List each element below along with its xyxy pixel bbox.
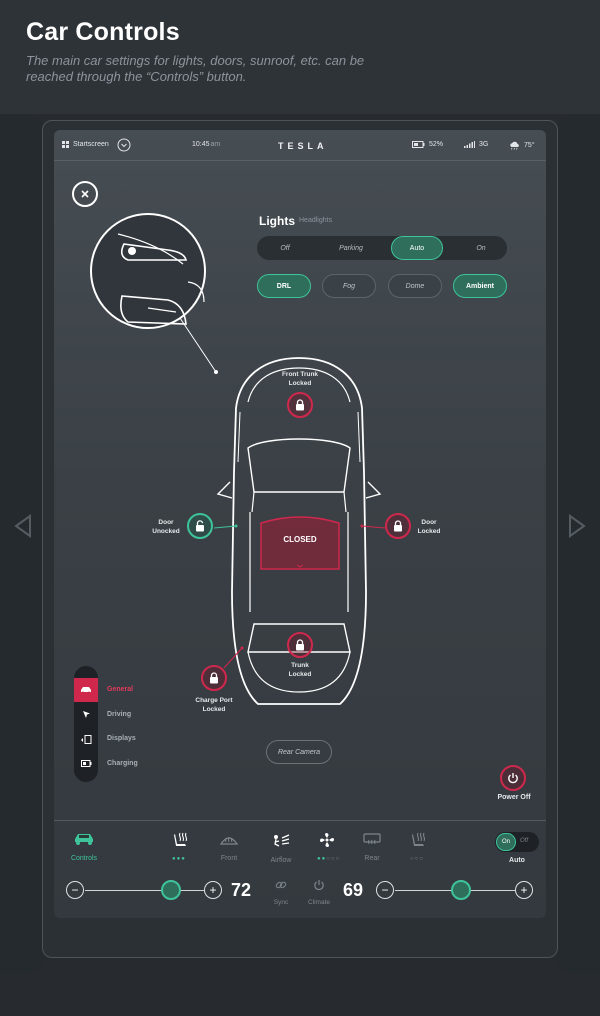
right-temp-decrease-button[interactable]: − <box>376 881 394 899</box>
front-defrost-icon <box>219 836 239 845</box>
settings-menu <box>74 666 98 782</box>
menu-label-general[interactable]: General <box>107 686 133 693</box>
page-title: Car Controls <box>26 18 180 46</box>
toggle-on: On <box>496 833 516 851</box>
auto-climate-toggle[interactable]: On Off <box>495 832 539 852</box>
page-subtitle: The main car settings for lights, doors,… <box>26 53 566 85</box>
right-door-label: Door Locked <box>412 518 446 536</box>
front-trunk-title: Front Trunk <box>281 371 319 378</box>
dock-controls-label: Controls <box>70 855 98 862</box>
sync-label: Sync <box>273 899 289 906</box>
power-off-button[interactable] <box>500 765 526 791</box>
left-temperature: 72 <box>231 880 252 900</box>
trunk-status: Locked <box>288 671 312 678</box>
dock-seat-heater-right[interactable] <box>396 832 440 853</box>
left-door-status: Unocked <box>152 528 180 535</box>
fan-speed-level: ●●○○○ <box>317 856 341 862</box>
front-trunk-label: Front Trunk Locked <box>270 370 330 388</box>
auto-climate-label: Auto <box>509 857 525 864</box>
left-door-title: Door <box>158 519 174 526</box>
dock-front-defrost[interactable]: Front <box>207 832 251 862</box>
charge-port-label: Charge Port Locked <box>186 696 242 714</box>
front-trunk-lock-button[interactable] <box>287 392 313 418</box>
dock-fan[interactable] <box>305 832 349 853</box>
sync-button[interactable]: Sync <box>264 878 298 906</box>
toggle-off: Off <box>520 838 529 844</box>
rear-defrost-icon <box>363 833 381 845</box>
left-temp-track[interactable] <box>85 890 204 891</box>
touchscreen: Startscreen 10:45 am TESLA 52% 3G 75° Li… <box>54 130 546 918</box>
dock-seat-heater-left[interactable] <box>158 832 202 853</box>
dock-divider <box>54 820 546 821</box>
seat-heater-left-level: ●●● <box>172 856 186 862</box>
right-door-lock-button[interactable] <box>385 513 411 539</box>
right-dash-panel <box>552 114 600 974</box>
right-temp-slider-knob[interactable] <box>451 880 471 900</box>
menu-item-driving[interactable] <box>74 702 98 726</box>
power-icon <box>314 880 324 891</box>
left-temp-slider-knob[interactable] <box>160 880 181 900</box>
header: Car Controls The main car settings for l… <box>26 18 566 85</box>
front-trunk-status: Locked <box>288 380 312 387</box>
dock-front-label: Front <box>220 855 238 862</box>
unlock-icon <box>196 520 204 532</box>
seat-heater-right-level: ○○○ <box>410 856 424 862</box>
menu-item-charging[interactable] <box>74 751 98 775</box>
menu-label-charging[interactable]: Charging <box>107 760 138 767</box>
right-door-status: Locked <box>417 528 441 535</box>
right-door-title: Door <box>421 519 437 526</box>
charge-port-status: Locked <box>202 706 226 713</box>
dock-rear-label: Rear <box>364 855 380 862</box>
dock-airflow-label: Airflow <box>270 857 292 864</box>
dock-rear-defrost[interactable]: Rear <box>350 832 394 862</box>
power-icon <box>508 773 518 784</box>
right-vent-arrow-icon <box>569 514 586 538</box>
lock-icon <box>296 399 304 411</box>
trunk-lock-button[interactable] <box>287 632 313 658</box>
left-temp-increase-button[interactable]: + <box>204 881 222 899</box>
navigation-arrow-icon <box>82 710 90 718</box>
door-connector-lines <box>213 524 386 669</box>
display-icon <box>81 734 92 744</box>
power-off-label: Power Off <box>497 794 531 801</box>
left-dash-panel <box>0 114 48 974</box>
trunk-title: Trunk <box>291 662 309 669</box>
menu-label-displays[interactable]: Displays <box>107 735 136 742</box>
right-temperature: 69 <box>343 880 364 900</box>
climate-label: Climate <box>307 899 331 906</box>
dock-airflow[interactable]: Airflow <box>259 832 303 864</box>
menu-item-general[interactable] <box>74 678 98 702</box>
menu-label-driving[interactable]: Driving <box>107 711 131 718</box>
lock-icon <box>210 672 218 684</box>
right-temp-increase-button[interactable]: + <box>515 881 533 899</box>
trunk-label: Trunk Locked <box>275 661 325 679</box>
rear-camera-button[interactable]: Rear Camera <box>266 740 332 764</box>
fan-icon <box>320 833 334 847</box>
seat-heater-icon <box>412 832 425 846</box>
menu-item-displays[interactable] <box>74 727 98 751</box>
subtitle-line-2: reached through the “Controls” button. <box>26 69 247 84</box>
car-icon <box>75 834 93 845</box>
left-door-label: Door Unocked <box>146 518 186 536</box>
dock-controls[interactable]: Controls <box>62 832 106 862</box>
seat-heater-icon <box>174 832 187 846</box>
charge-port-title: Charge Port <box>195 697 233 704</box>
left-door-lock-button[interactable] <box>187 513 213 539</box>
lock-icon <box>394 520 402 532</box>
charge-port-lock-button[interactable] <box>201 665 227 691</box>
airflow-icon <box>274 834 290 847</box>
lock-icon <box>296 639 304 651</box>
link-icon <box>275 881 287 889</box>
car-icon <box>81 687 91 694</box>
subtitle-line-1: The main car settings for lights, doors,… <box>26 53 365 68</box>
left-vent-arrow-icon <box>14 514 31 538</box>
left-temp-decrease-button[interactable]: − <box>66 881 84 899</box>
battery-icon <box>80 759 91 767</box>
climate-power-button[interactable]: Climate <box>302 878 336 906</box>
